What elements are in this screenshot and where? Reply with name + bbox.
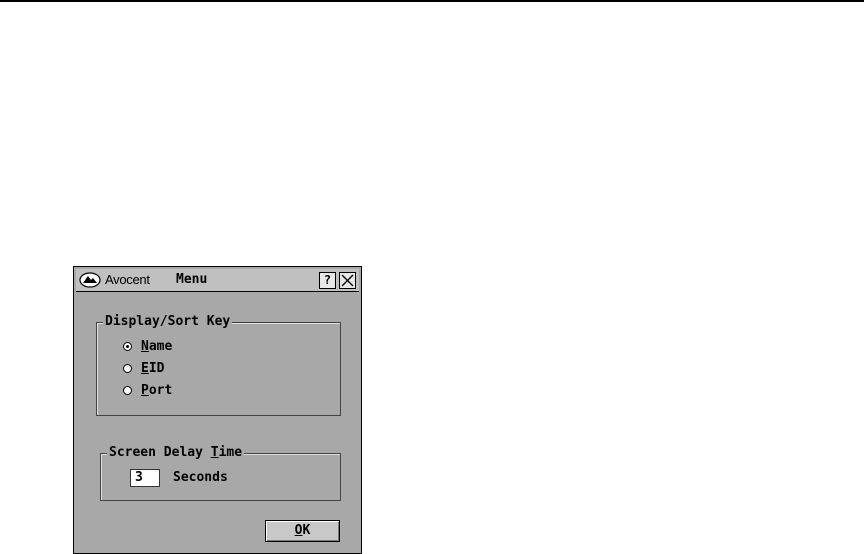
seconds-label: Seconds bbox=[173, 470, 228, 485]
close-button[interactable] bbox=[339, 272, 356, 289]
delay-seconds-input[interactable]: 3 bbox=[130, 469, 160, 487]
close-icon bbox=[341, 274, 354, 287]
radio-port-indicator[interactable] bbox=[123, 386, 132, 395]
radio-name-label: Name bbox=[141, 339, 173, 354]
radio-eid-label: EID bbox=[141, 361, 165, 376]
avocent-logo-icon bbox=[79, 272, 101, 288]
radio-eid-indicator[interactable] bbox=[123, 364, 132, 373]
screen-delay-time-legend: Screen Delay Time bbox=[107, 445, 245, 460]
radio-port-label: Port bbox=[141, 383, 173, 398]
window-title: Menu bbox=[176, 272, 208, 287]
radio-name-indicator[interactable] bbox=[123, 342, 132, 351]
top-divider bbox=[0, 0, 864, 2]
display-sort-key-group: Display/Sort Key Name EID Port bbox=[96, 314, 341, 416]
avocent-menu-dialog: Avocent Menu ? Display/Sort Key Name EID… bbox=[73, 266, 362, 554]
brand-name: Avocent bbox=[105, 272, 150, 287]
ok-button[interactable]: OK bbox=[265, 520, 340, 542]
title-bar[interactable]: Avocent Menu ? bbox=[76, 269, 359, 292]
help-button[interactable]: ? bbox=[319, 272, 336, 289]
screen-delay-time-group: Screen Delay Time 3 Seconds bbox=[100, 445, 341, 501]
display-sort-key-legend: Display/Sort Key bbox=[103, 314, 233, 329]
